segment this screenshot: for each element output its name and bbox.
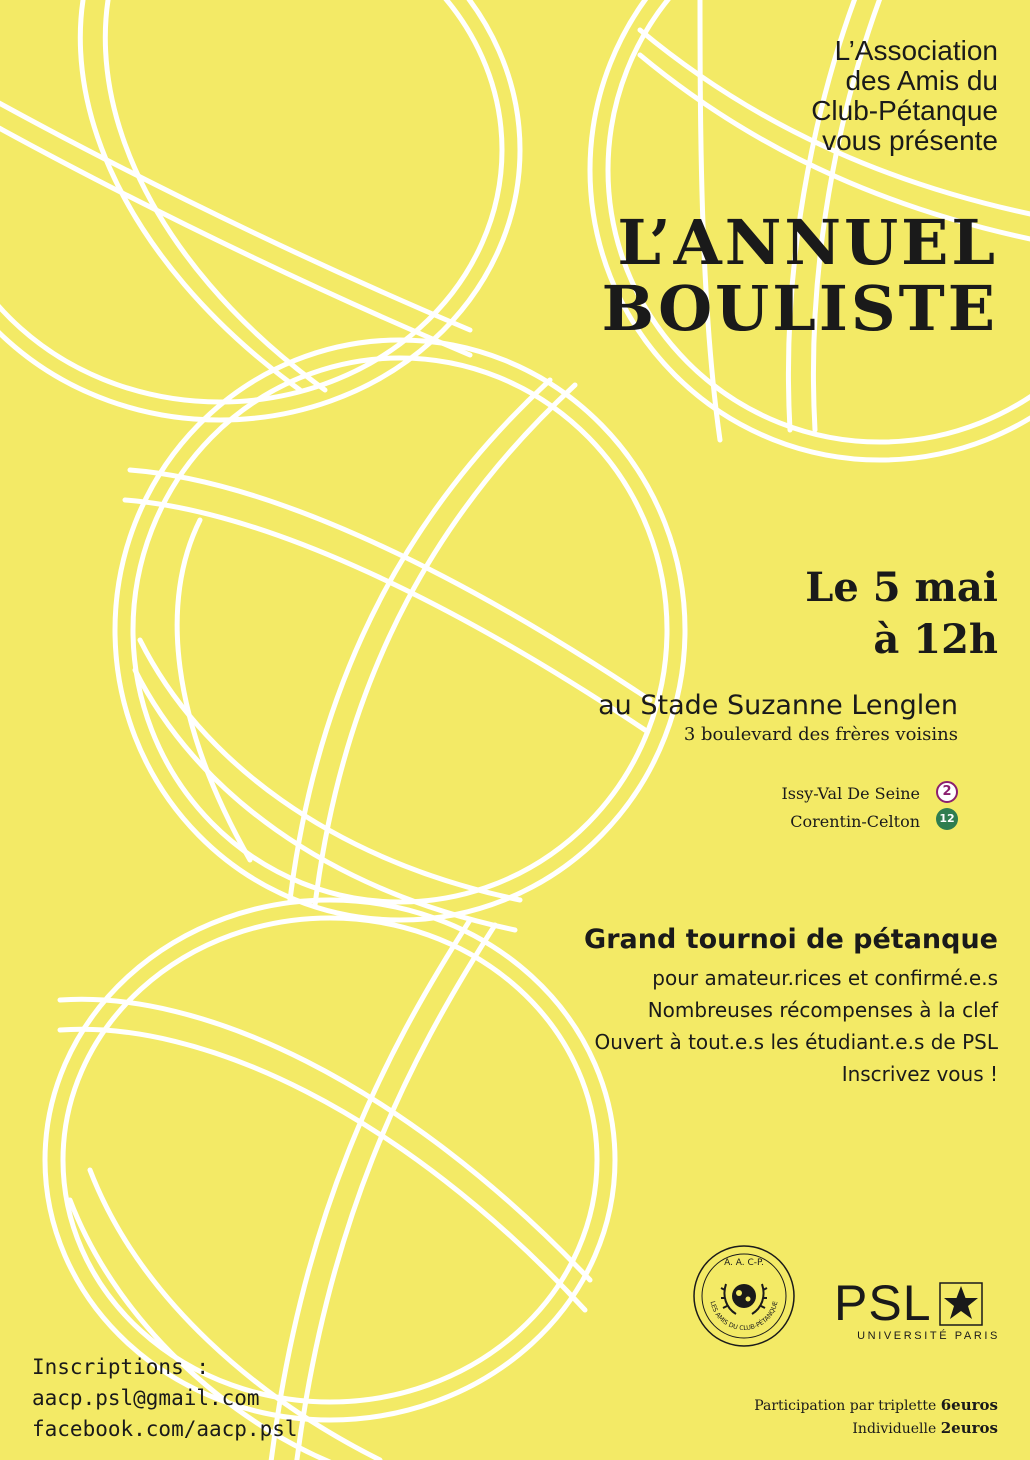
- psl-wordmark: PSL: [834, 1275, 932, 1331]
- inscriptions-label: Inscriptions :: [32, 1355, 210, 1379]
- psl-subtitle: UNIVERSITÉ PARIS: [857, 1330, 1000, 1342]
- presenter-line: des Amis du: [845, 65, 998, 96]
- tournament-detail-line: Ouvert à tout.e.s les étudiant.e.s de PS…: [594, 1030, 998, 1054]
- venue-name: au Stade Suzanne Lenglen: [598, 690, 958, 721]
- inscriptions-block: Inscriptions : aacp.psl@gmail.com facebo…: [32, 1352, 298, 1445]
- metro-station: Corentin-Celton: [790, 812, 920, 831]
- price-single: Individuelle 2euros: [754, 1417, 998, 1440]
- event-datetime: Le 5 mai à 12h: [805, 562, 998, 666]
- metro-line-badge: 2: [936, 781, 958, 803]
- tournament-details: pour amateur.rices et confirmé.e.s Nombr…: [594, 962, 998, 1090]
- metro-station: Issy-Val De Seine: [781, 784, 920, 803]
- pricing-block: Participation par triplette 6euros Indiv…: [754, 1394, 998, 1440]
- presenter-text: L’Association des Amis du Club-Pétanque …: [811, 36, 998, 156]
- tournament-detail-line: pour amateur.rices et confirmé.e.s: [652, 966, 998, 990]
- price-value: 2euros: [940, 1419, 998, 1437]
- psl-logo: PSL UNIVERSITÉ PARIS: [834, 1278, 1000, 1342]
- price-triplet: Participation par triplette 6euros: [754, 1394, 998, 1417]
- event-title-line: BOULISTE: [601, 272, 998, 345]
- presenter-line: vous présente: [822, 125, 998, 156]
- event-title: L’ANNUEL BOULISTE: [602, 210, 998, 342]
- event-time: à 12h: [873, 616, 998, 663]
- aacp-top-text: A. A. C-P.: [724, 1258, 764, 1268]
- venue-address: 3 boulevard des frères voisins: [683, 724, 958, 745]
- price-label: Individuelle: [852, 1421, 937, 1437]
- event-title-line: L’ANNUEL: [617, 206, 998, 279]
- contact-email-link[interactable]: aacp.psl@gmail.com: [32, 1383, 298, 1414]
- star-icon: [938, 1282, 983, 1326]
- price-value: 6euros: [940, 1396, 998, 1414]
- event-date: Le 5 mai: [805, 564, 998, 611]
- presenter-line: L’Association: [834, 35, 998, 66]
- metro-line-badge: 12: [936, 808, 958, 830]
- facebook-link[interactable]: facebook.com/aacp.psl: [32, 1414, 298, 1445]
- tournament-detail-line: Inscrivez vous !: [841, 1062, 998, 1086]
- presenter-line: Club-Pétanque: [811, 95, 998, 126]
- aacp-logo: A. A. C-P. LES AMIS DU CLUB-PÉTANQUE: [693, 1245, 795, 1347]
- price-label: Participation par triplette: [754, 1398, 937, 1414]
- tournament-title: Grand tournoi de pétanque: [584, 924, 998, 955]
- tournament-detail-line: Nombreuses récompenses à la clef: [647, 998, 998, 1022]
